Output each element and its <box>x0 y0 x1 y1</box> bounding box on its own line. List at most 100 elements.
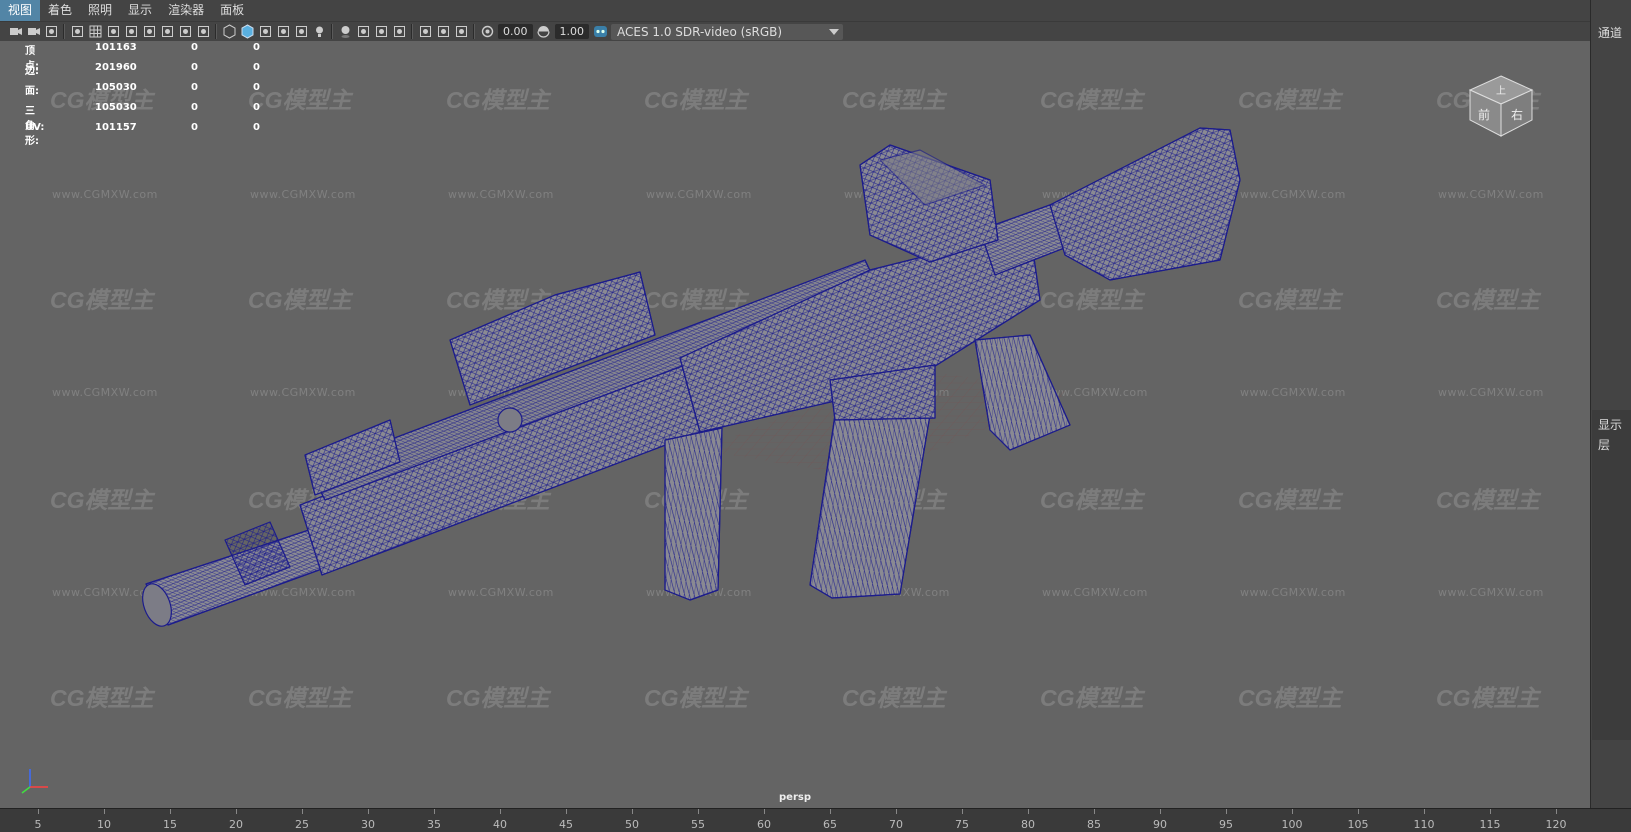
timeline-tick-label: 35 <box>427 818 441 831</box>
poly-count-label: UV: <box>25 122 45 133</box>
timeline-tick-label: 65 <box>823 818 837 831</box>
poly-count-value: 0 <box>253 62 260 73</box>
exposure-field[interactable]: 0.00 <box>498 24 533 39</box>
poly-count-value: 101163 <box>95 42 137 53</box>
tab-display-layers[interactable]: 显示 <box>1598 416 1622 433</box>
timeline-tick <box>1028 809 1029 814</box>
resolution-gate-icon[interactable] <box>124 24 139 39</box>
rifle-wireframe-model[interactable] <box>0 0 1590 808</box>
time-slider[interactable]: 5 10 15 20 25 30 35 40 45 50 55 60 65 70 75 80 85 90 95 100… <box>0 808 1631 832</box>
timeline-tick-label: 40 <box>493 818 507 831</box>
tab-channels[interactable]: 通道 <box>1598 24 1622 41</box>
camera-name-label: persp <box>779 792 811 803</box>
menu-item[interactable]: 面板 <box>212 0 252 21</box>
default-material-icon[interactable] <box>258 24 273 39</box>
panel-menu-bar: 视图 着色 照明 显示 渲染器 面板 <box>0 0 1590 21</box>
timeline-tick <box>1358 809 1359 814</box>
toolbar-icon-group <box>6 24 470 39</box>
toolbar-separator <box>215 24 217 39</box>
menu-item[interactable]: 渲染器 <box>160 0 212 21</box>
timeline-tick-label: 120 <box>1545 818 1567 831</box>
xray-active-icon[interactable] <box>454 24 469 39</box>
timeline-tick <box>236 809 237 814</box>
color-management-icon[interactable] <box>593 24 608 39</box>
toolbar-separator <box>63 24 65 39</box>
timeline-tick <box>1160 809 1161 814</box>
menu-item[interactable]: 显示 <box>120 0 160 21</box>
chevron-down-icon <box>829 28 839 35</box>
panel-toolbar: 0.00 1.00 ACES 1.0 SDR-video (sRGB) <box>0 21 1590 41</box>
poly-count-label: 面: <box>25 86 39 97</box>
timeline-tick <box>368 809 369 814</box>
timeline-tick-label: 50 <box>625 818 639 831</box>
timeline-tick-label: 45 <box>559 818 573 831</box>
screen-space-ao-icon[interactable] <box>356 24 371 39</box>
timeline-tick-label: 90 <box>1153 818 1167 831</box>
gamma-icon[interactable] <box>536 24 551 39</box>
motion-blur-icon[interactable] <box>374 24 389 39</box>
isolate-select-icon[interactable] <box>418 24 433 39</box>
poly-count-value: 101157 <box>95 122 137 133</box>
timeline-tick-label: 15 <box>163 818 177 831</box>
timeline-tick <box>698 809 699 814</box>
layers-menu[interactable]: 层 <box>1598 436 1610 453</box>
timeline-tick <box>566 809 567 814</box>
poly-count-label: 边: <box>25 66 39 77</box>
timeline-tick-label: 10 <box>97 818 111 831</box>
camera-icon[interactable] <box>8 24 23 39</box>
timeline-tick-label: 70 <box>889 818 903 831</box>
safe-action-icon[interactable] <box>178 24 193 39</box>
xray-icon[interactable] <box>294 24 309 39</box>
camera-attr-icon[interactable] <box>26 24 41 39</box>
timeline-tick <box>434 809 435 814</box>
timeline-tick-label: 30 <box>361 818 375 831</box>
menu-item[interactable]: 照明 <box>80 0 120 21</box>
poly-count-value: 0 <box>191 122 198 133</box>
gamma-field[interactable]: 1.00 <box>554 24 589 39</box>
film-gate-icon[interactable] <box>106 24 121 39</box>
smooth-shade-icon[interactable] <box>240 24 255 39</box>
timeline-tick-label: 75 <box>955 818 969 831</box>
menu-item[interactable]: 视图 <box>0 0 41 21</box>
timeline-tick <box>302 809 303 814</box>
timeline-tick <box>764 809 765 814</box>
timeline-tick-label: 115 <box>1479 818 1501 831</box>
exposure-icon[interactable] <box>480 24 495 39</box>
3d-viewport[interactable]: CG模型主 CG模型主 CG模型主 CG模型主 CG模型主 CG模型主 CG模型主 CG模型主… <box>0 0 1591 808</box>
svg-text:右: 右 <box>1511 107 1523 122</box>
safe-title-icon[interactable] <box>196 24 211 39</box>
gate-mask-icon[interactable] <box>142 24 157 39</box>
view-cube[interactable]: 上 前 右 <box>1466 72 1536 138</box>
toolbar-separator <box>411 24 413 39</box>
wireframe-on-shaded-icon[interactable] <box>276 24 291 39</box>
grid-icon[interactable] <box>88 24 103 39</box>
bookmark-icon[interactable] <box>44 24 59 39</box>
timeline-tick <box>632 809 633 814</box>
timeline-tick <box>170 809 171 814</box>
poly-count-value: 105030 <box>95 82 137 93</box>
poly-count-value: 0 <box>253 102 260 113</box>
timeline-tick <box>1424 809 1425 814</box>
wireframe-icon[interactable] <box>222 24 237 39</box>
shadows-icon[interactable] <box>338 24 353 39</box>
poly-count-value: 0 <box>253 82 260 93</box>
poly-count-value: 0 <box>191 102 198 113</box>
image-plane-icon[interactable] <box>70 24 85 39</box>
timeline-tick-label: 20 <box>229 818 243 831</box>
timeline-tick <box>500 809 501 814</box>
menu-item[interactable]: 着色 <box>40 0 80 21</box>
lights-icon[interactable] <box>312 24 327 39</box>
timeline-tick-label: 80 <box>1021 818 1035 831</box>
poly-count-value: 0 <box>191 42 198 53</box>
timeline-tick <box>104 809 105 814</box>
timeline-tick <box>38 809 39 814</box>
timeline-tick-label: 85 <box>1087 818 1101 831</box>
svg-text:上: 上 <box>1496 85 1506 97</box>
field-chart-icon[interactable] <box>160 24 175 39</box>
color-management-label: ACES 1.0 SDR-video (sRGB) <box>617 24 783 39</box>
timeline-tick-label: 95 <box>1219 818 1233 831</box>
timeline-tick-label: 25 <box>295 818 309 831</box>
color-management-select[interactable]: ACES 1.0 SDR-video (sRGB) <box>611 23 843 40</box>
aa-icon[interactable] <box>392 24 407 39</box>
xray-joints-icon[interactable] <box>436 24 451 39</box>
